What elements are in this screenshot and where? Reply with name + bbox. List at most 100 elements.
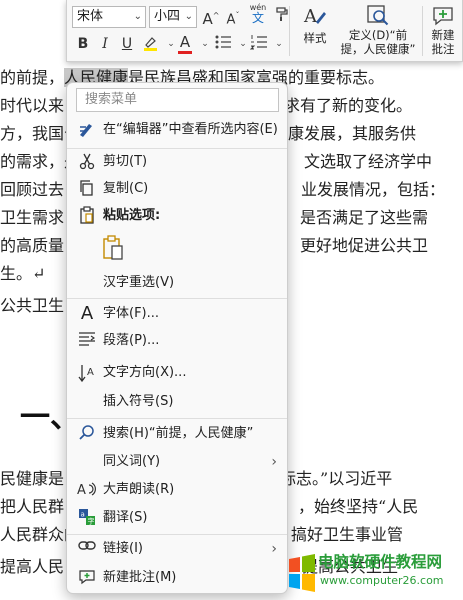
font-color-icon[interactable]: A bbox=[175, 32, 195, 54]
doc-text: 业发展情况，包括： bbox=[301, 180, 446, 199]
watermark-url: www.computer26.com bbox=[320, 574, 444, 587]
styles-icon: A bbox=[295, 4, 335, 28]
menu-item-paste-options: 粘贴选项: bbox=[67, 203, 287, 229]
menu-search-input[interactable]: 搜索菜单 bbox=[76, 88, 279, 112]
svg-text:A: A bbox=[77, 483, 86, 498]
menu-item-synonyms[interactable]: 同义词(Y) › bbox=[67, 449, 287, 475]
menu-item-label: 同义词(Y) bbox=[103, 454, 161, 469]
bold-icon[interactable]: B bbox=[73, 34, 93, 54]
svg-text:A: A bbox=[87, 367, 94, 378]
svg-text:a: a bbox=[81, 511, 85, 519]
doc-text: 标志。”以习近平 bbox=[280, 469, 393, 488]
svg-text:字: 字 bbox=[88, 517, 95, 526]
menu-item-label: 新建批注(M) bbox=[103, 570, 177, 585]
phonetic-char: 文 bbox=[251, 11, 264, 25]
menu-item-label: 文字方向(X)... bbox=[103, 365, 187, 380]
new-comment-icon bbox=[425, 4, 461, 28]
paste-keep-text-icon bbox=[103, 235, 123, 260]
define-label-1: 定义(D)“前 bbox=[348, 28, 408, 42]
doc-text: 文选取了经济学中 bbox=[304, 152, 433, 171]
grow-font-icon[interactable]: A^ bbox=[201, 6, 221, 28]
menu-item-label: 链接(I) bbox=[103, 541, 143, 556]
font-name-select[interactable]: 宋体 ⌄ bbox=[72, 6, 146, 28]
doc-text: ，始终坚持“人民 bbox=[298, 497, 419, 516]
editor-icon bbox=[77, 120, 97, 140]
menu-item-link[interactable]: 链接(I) › bbox=[67, 536, 287, 562]
windows-logo-icon bbox=[289, 554, 315, 592]
highlight-icon[interactable] bbox=[141, 34, 161, 54]
menu-item-view-in-editor[interactable]: 在“编辑器”中查看所选内容(E) bbox=[67, 117, 287, 143]
define-label-2: 提，人民健康” bbox=[340, 42, 416, 56]
menu-item-hanzi-reselect[interactable]: 汉字重选(V) bbox=[67, 270, 287, 296]
menu-item-copy[interactable]: 复制(C) bbox=[67, 176, 287, 202]
watermark: 电脑软硬件教程网 www.computer26.com bbox=[288, 547, 463, 599]
menu-item-search[interactable]: 搜索(H)“前提，人民健康” bbox=[67, 421, 287, 447]
text-direction-icon: A bbox=[77, 363, 97, 383]
chevron-down-icon: ⌄ bbox=[133, 11, 142, 22]
bullets-icon[interactable] bbox=[213, 34, 233, 54]
svg-text:A: A bbox=[303, 6, 318, 27]
doc-text: 的高质量 bbox=[0, 236, 65, 255]
doc-text: 康发展，其服务供 bbox=[288, 124, 417, 143]
menu-item-label: 搜索(H)“前提，人民健康” bbox=[103, 426, 254, 441]
menu-divider bbox=[67, 298, 287, 299]
doc-text: 民健康是 bbox=[0, 469, 65, 488]
menu-item-text-direction[interactable]: A 文字方向(X)... bbox=[67, 360, 287, 386]
font-icon: A bbox=[80, 303, 94, 324]
doc-text: 求有了新的变化。 bbox=[284, 96, 413, 115]
doc-text: 的前提， bbox=[0, 68, 65, 87]
numbering-icon[interactable] bbox=[249, 34, 269, 54]
underline-icon[interactable]: U bbox=[117, 34, 137, 54]
font-size-select[interactable]: 小四 ⌄ bbox=[149, 6, 197, 28]
styles-button[interactable]: A 样式 bbox=[295, 4, 335, 45]
menu-item-font[interactable]: A 字体(F)... bbox=[67, 301, 287, 327]
doc-text: 更好地促进公共卫 bbox=[300, 236, 429, 255]
menu-item-translate[interactable]: a字 翻译(S) bbox=[67, 505, 287, 531]
doc-text: 回顾过去 bbox=[0, 180, 65, 199]
chevron-right-icon: › bbox=[271, 454, 277, 470]
toolbar-divider bbox=[289, 6, 290, 56]
shrink-font-icon[interactable]: Aˇ bbox=[223, 6, 243, 27]
translate-icon: a字 bbox=[77, 508, 97, 528]
menu-item-label: 粘贴选项: bbox=[103, 208, 161, 223]
menu-divider bbox=[67, 418, 287, 419]
read-aloud-icon: A bbox=[77, 480, 97, 500]
link-icon bbox=[77, 539, 97, 559]
define-icon bbox=[337, 4, 419, 28]
chevron-down-icon: ⌄ bbox=[184, 11, 193, 22]
chevron-down-icon[interactable]: ⌄ bbox=[195, 34, 215, 54]
new-comment-label-2: 批注 bbox=[431, 42, 455, 56]
phonetic-guide-icon[interactable]: wén 文 bbox=[247, 2, 269, 28]
italic-icon[interactable]: I bbox=[95, 34, 115, 54]
doc-text: 时代以来 bbox=[0, 96, 65, 115]
menu-item-label: 段落(P)... bbox=[103, 333, 160, 348]
doc-text: 生。↵ bbox=[0, 264, 46, 283]
menu-divider bbox=[67, 534, 287, 535]
chevron-down-icon[interactable]: ⌄ bbox=[269, 34, 289, 54]
chevron-right-icon: › bbox=[271, 541, 277, 557]
menu-item-label: 在“编辑器”中查看所选内容(E) bbox=[103, 122, 278, 137]
menu-item-insert-symbol[interactable]: 插入符号(S) bbox=[67, 389, 287, 415]
scissors-icon bbox=[77, 152, 97, 172]
menu-item-paragraph[interactable]: 段落(P)... bbox=[67, 328, 287, 354]
new-comment-icon bbox=[77, 568, 97, 588]
mini-toolbar: 宋体 ⌄ 小四 ⌄ A^ Aˇ wén 文 B I U ⌄ A ⌄ ⌄ ⌄ A 样… bbox=[66, 0, 463, 62]
doc-text: 把人民群 bbox=[0, 497, 65, 516]
menu-item-label: 插入符号(S) bbox=[103, 394, 174, 409]
font-size-value: 小四 bbox=[154, 9, 181, 24]
define-button[interactable]: 定义(D)“前 提，人民健康” bbox=[337, 4, 419, 56]
paste-keep-text-button[interactable] bbox=[101, 234, 127, 264]
font-name-value: 宋体 bbox=[77, 9, 104, 24]
menu-item-cut[interactable]: 剪切(T) bbox=[67, 149, 287, 175]
doc-text: 公共卫生 bbox=[0, 296, 65, 315]
new-comment-button[interactable]: 新建 批注 bbox=[425, 4, 461, 56]
menu-item-label: 复制(C) bbox=[103, 181, 149, 196]
doc-text: 提高人民 bbox=[0, 557, 65, 576]
menu-item-label: 字体(F)... bbox=[103, 306, 160, 321]
menu-item-new-comment[interactable]: 新建批注(M) bbox=[67, 565, 287, 591]
doc-text: 搞好卫生事业管 bbox=[291, 525, 404, 544]
context-menu: 搜索菜单 在“编辑器”中查看所选内容(E) 剪切(T) 复制(C) 粘贴选项: … bbox=[66, 82, 288, 594]
search-icon bbox=[77, 424, 97, 444]
menu-item-read-aloud[interactable]: A 大声朗读(R) bbox=[67, 477, 287, 503]
menu-item-label: 剪切(T) bbox=[103, 154, 148, 169]
